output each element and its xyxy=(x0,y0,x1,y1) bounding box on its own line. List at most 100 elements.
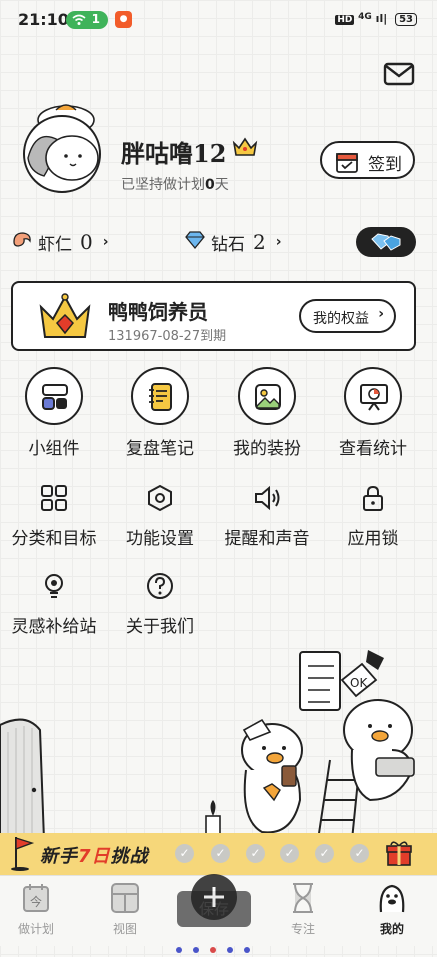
shrimp-icon xyxy=(10,230,34,255)
grid-icon xyxy=(1,482,107,516)
chart-board-icon xyxy=(344,367,402,425)
diamond-count: 2 xyxy=(253,230,266,254)
tab-label: 专注 xyxy=(290,922,315,936)
lock-icon xyxy=(320,482,426,516)
challenge-day-check: ✓ xyxy=(246,844,265,863)
app-lock-button[interactable]: 应用锁 xyxy=(320,482,426,549)
flag-icon xyxy=(10,835,36,875)
wifi-hotspot-badge: 1 xyxy=(66,11,108,29)
review-notes-button[interactable]: 复盘笔记 xyxy=(107,367,213,459)
tab-focus[interactable]: 专注 xyxy=(268,882,338,937)
my-outfit-button[interactable]: 我的装扮 xyxy=(214,367,320,459)
tab-label: 视图 xyxy=(112,922,137,936)
streak-days: 0 xyxy=(205,177,215,193)
gems-icon xyxy=(371,233,401,251)
calendar-check-icon xyxy=(335,150,359,179)
feature-label: 小组件 xyxy=(28,439,80,459)
feature-label: 关于我们 xyxy=(126,617,194,637)
vip-card[interactable]: 鸭鸭饲养员 131967-08-27到期 我的权益 › xyxy=(11,281,416,351)
picture-icon xyxy=(238,367,296,425)
streak-text: 已坚持做计划0天 xyxy=(121,174,229,194)
feature-label: 分类和目标 xyxy=(11,529,97,549)
signin-button[interactable]: 签到 xyxy=(320,141,415,179)
indicator-dot xyxy=(210,947,216,953)
add-icon xyxy=(204,887,224,907)
shrimp-count: 0 xyxy=(80,230,93,254)
hourglass-icon xyxy=(268,882,338,914)
challenge-day-check: ✓ xyxy=(280,844,299,863)
vip-crown-icon xyxy=(232,137,258,161)
feature-label: 提醒和声音 xyxy=(224,529,310,549)
tab-view[interactable]: 视图 xyxy=(90,882,160,937)
duck-icon xyxy=(357,882,427,914)
signin-label: 签到 xyxy=(368,155,402,175)
diamond-balance[interactable]: 钻石 2 › xyxy=(183,230,282,255)
challenge-title: 新手7日挑战 xyxy=(40,842,149,868)
page-indicator xyxy=(176,938,261,957)
svg-text:今: 今 xyxy=(30,894,42,909)
streak-prefix: 已坚持做计划 xyxy=(121,177,205,193)
tab-mine[interactable]: 我的 xyxy=(357,882,427,937)
ok-sign-text: OK xyxy=(350,676,368,690)
battery-icon: 53 xyxy=(395,13,417,26)
widget-icon xyxy=(25,367,83,425)
gem-shop-button[interactable] xyxy=(356,227,416,257)
my-rights-button[interactable]: 我的权益 › xyxy=(299,299,396,333)
shrimp-balance[interactable]: 虾仁 0 › xyxy=(10,230,109,255)
nickname[interactable]: 胖咕噜12 xyxy=(121,134,226,169)
add-plan-button[interactable] xyxy=(191,874,237,920)
feature-label: 功能设置 xyxy=(126,529,194,549)
feature-label: 我的装扮 xyxy=(233,439,301,459)
network-label: 4G xyxy=(358,12,372,22)
layout-icon xyxy=(90,882,160,914)
view-stats-button[interactable]: 查看统计 xyxy=(320,367,426,459)
feature-label: 应用锁 xyxy=(347,529,399,549)
gift-icon xyxy=(385,839,413,871)
indicator-dot xyxy=(193,947,199,953)
challenge-day-check: ✓ xyxy=(211,844,230,863)
feature-label: 查看统计 xyxy=(339,439,407,459)
reminder-sound-button[interactable]: 提醒和声音 xyxy=(214,482,320,549)
indicator-dot xyxy=(244,947,250,953)
widget-button[interactable]: 小组件 xyxy=(1,367,107,459)
challenge-day-check: ✓ xyxy=(175,844,194,863)
notebook-icon xyxy=(131,367,189,425)
newbie-challenge-banner[interactable]: 新手7日挑战 ✓ ✓ ✓ ✓ ✓ ✓ xyxy=(0,833,437,875)
challenge-day-check: ✓ xyxy=(315,844,334,863)
challenge-day-check: ✓ xyxy=(350,844,369,863)
about-us-button[interactable]: 关于我们 xyxy=(107,570,213,637)
challenge-title-number: 7日 xyxy=(78,846,111,867)
challenge-title-suffix: 挑战 xyxy=(110,846,149,867)
diamond-icon xyxy=(183,230,207,255)
hd-icon: HD xyxy=(335,15,355,25)
tab-plan[interactable]: 今 做计划 xyxy=(1,882,71,937)
avatar[interactable] xyxy=(14,98,110,194)
feature-label: 灵感补给站 xyxy=(11,617,97,637)
tab-label: 做计划 xyxy=(17,922,54,936)
vip-expiry: 131967-08-27到期 xyxy=(108,329,227,344)
mail-icon[interactable] xyxy=(383,60,415,88)
category-goals-button[interactable]: 分类和目标 xyxy=(1,482,107,549)
status-time: 21:10 xyxy=(18,10,69,29)
calendar-icon: 今 xyxy=(1,882,71,914)
status-bar: 21:10 1 ● HD 4G ıl| 53 xyxy=(0,0,437,40)
streak-suffix: 天 xyxy=(214,177,229,193)
rights-label: 我的权益 xyxy=(313,311,369,327)
indicator-dot xyxy=(176,947,182,953)
shrimp-label: 虾仁 xyxy=(38,234,72,255)
indicator-dot xyxy=(227,947,233,953)
chevron-right-icon: › xyxy=(378,306,384,322)
status-right: HD 4G ıl| 53 xyxy=(335,12,417,26)
diamond-label: 钻石 xyxy=(211,234,245,255)
inspiration-station-button[interactable]: 灵感补给站 xyxy=(1,570,107,637)
wifi-count: 1 xyxy=(91,12,100,26)
question-icon xyxy=(107,570,213,604)
speaker-icon xyxy=(214,482,320,516)
function-settings-button[interactable]: 功能设置 xyxy=(107,482,213,549)
challenge-title-prefix: 新手 xyxy=(40,846,78,867)
app-notification-icon: ● xyxy=(115,11,132,28)
signal-icon: ıl| xyxy=(375,12,388,25)
lightbulb-icon xyxy=(1,570,107,604)
vip-title: 鸭鸭饲养员 xyxy=(108,300,208,324)
chevron-right-icon: › xyxy=(275,234,282,250)
